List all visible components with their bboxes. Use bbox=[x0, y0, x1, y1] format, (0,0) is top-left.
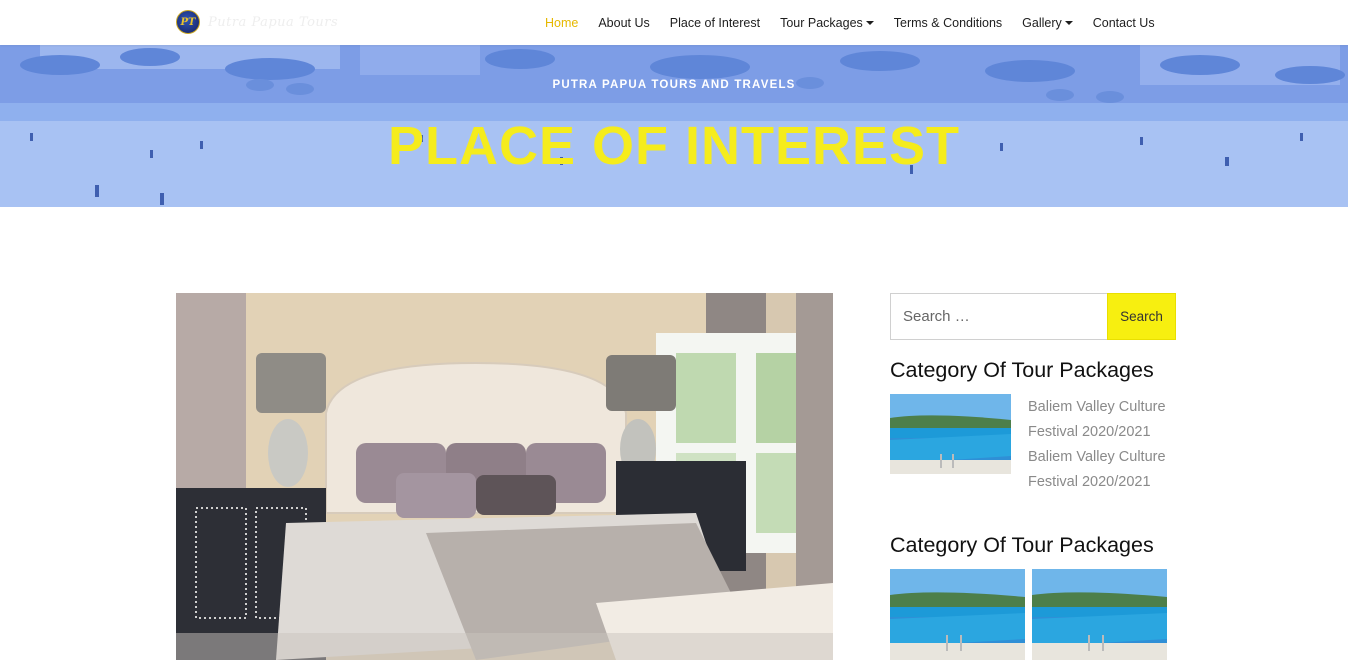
post-link[interactable]: Baliem Valley Culture Festival 2020/2021 bbox=[1028, 395, 1176, 445]
widget-title-categories-2: Category Of Tour Packages bbox=[890, 533, 1154, 557]
nav-gallery[interactable]: Gallery bbox=[1022, 16, 1073, 30]
post-link[interactable]: Baliem Valley Culture Festival 2020/2021 bbox=[1028, 445, 1176, 495]
hero-subtitle: PUTRA PAPUA TOURS AND TRAVELS bbox=[552, 79, 796, 91]
search-button[interactable]: Search bbox=[1107, 293, 1176, 340]
nav-place-of-interest[interactable]: Place of Interest bbox=[670, 16, 760, 30]
pool-resort-image bbox=[1032, 569, 1167, 660]
caret-down-icon bbox=[1064, 21, 1073, 25]
hero-banner: PUTRA PAPUA TOURS AND TRAVELS PLACE OF I… bbox=[0, 45, 1348, 207]
featured-image bbox=[176, 293, 833, 660]
main-nav: Home About Us Place of Interest Tour Pac… bbox=[545, 0, 1175, 45]
nav-about-us[interactable]: About Us bbox=[598, 16, 649, 30]
nav-terms-conditions[interactable]: Terms & Conditions bbox=[894, 16, 1002, 30]
post-thumbnail[interactable] bbox=[890, 394, 1011, 474]
search-input[interactable] bbox=[890, 293, 1108, 340]
nav-tour-packages[interactable]: Tour Packages bbox=[780, 16, 874, 30]
gallery-thumbnail[interactable] bbox=[890, 569, 1025, 660]
bedroom-photo bbox=[176, 293, 833, 660]
page-title: PLACE OF INTEREST bbox=[387, 116, 961, 176]
logo-icon: PT bbox=[176, 10, 200, 34]
post-list: Baliem Valley Culture Festival 2020/2021… bbox=[1028, 395, 1176, 495]
widget-title-categories: Category Of Tour Packages bbox=[890, 358, 1154, 382]
gallery-thumbnail[interactable] bbox=[1032, 569, 1167, 660]
pool-resort-image bbox=[890, 394, 1011, 474]
nav-home[interactable]: Home bbox=[545, 16, 578, 30]
caret-down-icon bbox=[865, 21, 874, 25]
nav-contact-us[interactable]: Contact Us bbox=[1093, 16, 1155, 30]
top-navbar: PT Putra Papua Tours Home About Us Place… bbox=[0, 0, 1348, 45]
brand-name: Putra Papua Tours bbox=[208, 14, 339, 30]
pool-resort-image bbox=[890, 569, 1025, 660]
brand-link[interactable]: PT Putra Papua Tours bbox=[176, 9, 338, 35]
